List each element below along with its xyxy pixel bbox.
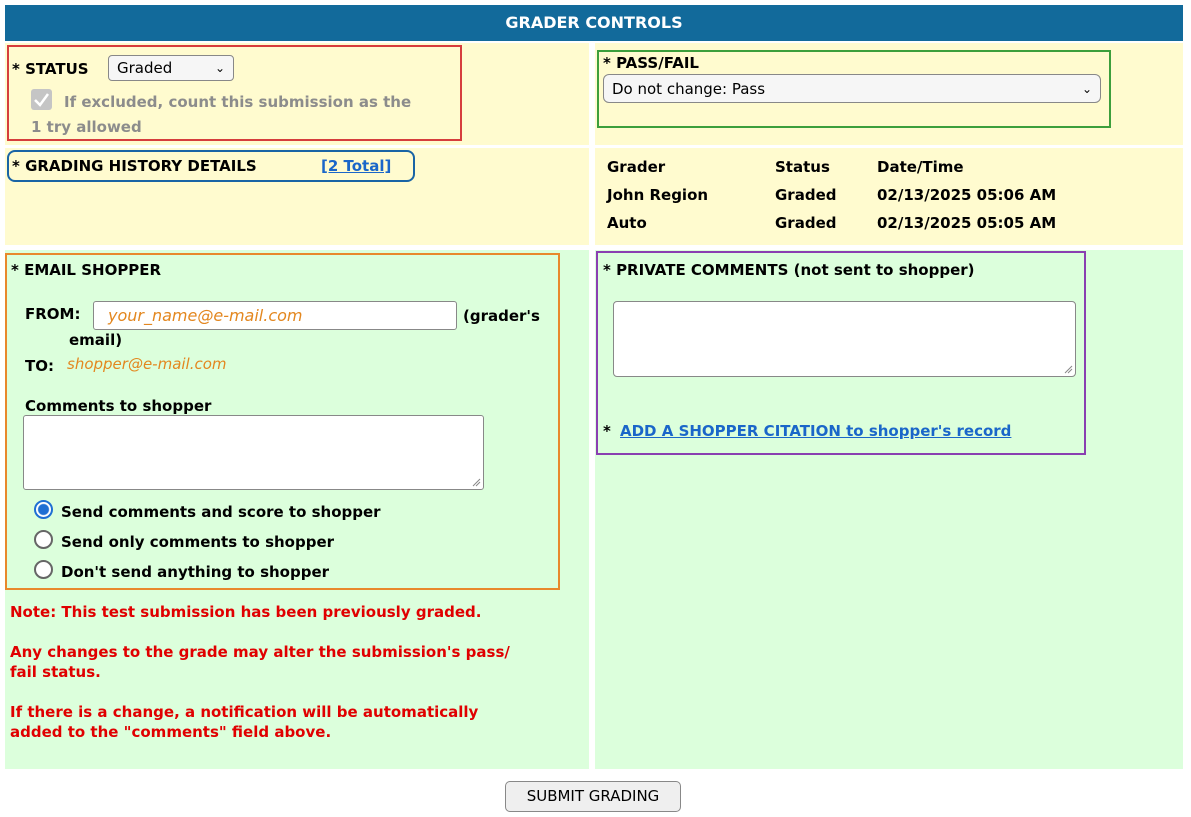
radio-send-only-comments-label: Send only comments to shopper (61, 533, 335, 551)
exclude-checkbox-label-line1: If excluded, count this submission as th… (64, 93, 412, 111)
exclude-checkbox[interactable] (31, 89, 52, 110)
private-comments-label: * PRIVATE COMMENTS (not sent to shopper) (603, 261, 975, 279)
from-note-line1: (grader's (463, 307, 540, 325)
table-row: John Region Graded 02/13/2025 05:06 AM (607, 186, 1167, 214)
note-notification-line1: If there is a change, a notification wil… (10, 703, 479, 721)
history-cell-grader: Auto (607, 214, 647, 232)
email-shopper-label: * EMAIL SHOPPER (11, 261, 162, 279)
status-select[interactable]: Graded ⌄ (108, 55, 234, 81)
history-cell-status: Graded (775, 214, 837, 232)
radio-send-comments-and-score[interactable] (34, 500, 53, 519)
chevron-down-icon: ⌄ (214, 61, 225, 75)
history-table: Grader Status Date/Time John Region Grad… (607, 158, 1167, 242)
history-cell-datetime: 02/13/2025 05:06 AM (877, 186, 1057, 204)
table-row: Auto Graded 02/13/2025 05:05 AM (607, 214, 1167, 242)
grading-history-section: * GRADING HISTORY DETAILS [2 Total] (7, 150, 415, 182)
note-changes-line2: fail status. (10, 663, 101, 681)
radio-send-comments-and-score-label: Send comments and score to shopper (61, 503, 381, 521)
private-comments-textarea[interactable] (613, 301, 1076, 377)
pass-fail-selected-value: Do not change: Pass (612, 79, 766, 98)
note-changes-line1: Any changes to the grade may alter the s… (10, 643, 510, 661)
checkmark-icon (34, 93, 50, 107)
chevron-down-icon: ⌄ (1081, 81, 1092, 96)
status-label: * STATUS (12, 60, 89, 78)
comments-to-shopper-label: Comments to shopper (25, 397, 212, 415)
to-email-value: shopper@e-mail.com (67, 355, 227, 373)
email-shopper-section: * EMAIL SHOPPER FROM: your_name@e-mail.c… (5, 253, 560, 590)
submit-grading-button[interactable]: SUBMIT GRADING (505, 781, 681, 812)
history-cell-datetime: 02/13/2025 05:05 AM (877, 214, 1057, 232)
from-note-line2: email) (69, 331, 123, 349)
grading-history-total-link[interactable]: [2 Total] (321, 157, 391, 175)
radio-send-nothing-label: Don't send anything to shopper (61, 563, 330, 581)
add-shopper-citation-link[interactable]: ADD A SHOPPER CITATION to shopper's reco… (620, 422, 1011, 440)
to-label: TO: (25, 357, 54, 375)
history-col-datetime: Date/Time (877, 158, 964, 176)
pass-fail-select[interactable]: Do not change: Pass ⌄ (603, 74, 1101, 103)
grading-history-label: * GRADING HISTORY DETAILS (12, 157, 257, 175)
private-comments-section: * PRIVATE COMMENTS (not sent to shopper)… (596, 251, 1086, 455)
note-notification-line2: added to the "comments" field above. (10, 723, 332, 741)
resize-handle-icon[interactable] (471, 477, 481, 487)
history-cell-status: Graded (775, 186, 837, 204)
grader-controls-header: GRADER CONTROLS (5, 5, 1183, 41)
pass-fail-section: * PASS/FAIL Do not change: Pass ⌄ (597, 50, 1111, 128)
radio-send-only-comments[interactable] (34, 530, 53, 549)
exclude-checkbox-label-line2: 1 try allowed (31, 118, 142, 136)
from-email-value: your_name@e-mail.com (108, 306, 303, 325)
history-header-row: Grader Status Date/Time (607, 158, 1167, 186)
history-cell-grader: John Region (607, 186, 709, 204)
citation-prefix: * (603, 422, 611, 440)
radio-send-nothing[interactable] (34, 560, 53, 579)
comments-to-shopper-textarea[interactable] (23, 415, 484, 490)
pass-fail-label: * PASS/FAIL (603, 54, 699, 72)
status-section: * STATUS Graded ⌄ If excluded, count thi… (7, 45, 462, 141)
from-label: FROM: (25, 305, 81, 323)
note-previously-graded: Note: This test submission has been prev… (10, 603, 482, 621)
resize-handle-icon[interactable] (1063, 364, 1073, 374)
status-selected-value: Graded (117, 59, 173, 77)
from-email-field[interactable]: your_name@e-mail.com (93, 301, 457, 330)
grade-change-notes: Note: This test submission has been prev… (10, 602, 585, 742)
history-col-status: Status (775, 158, 830, 176)
history-col-grader: Grader (607, 158, 666, 176)
